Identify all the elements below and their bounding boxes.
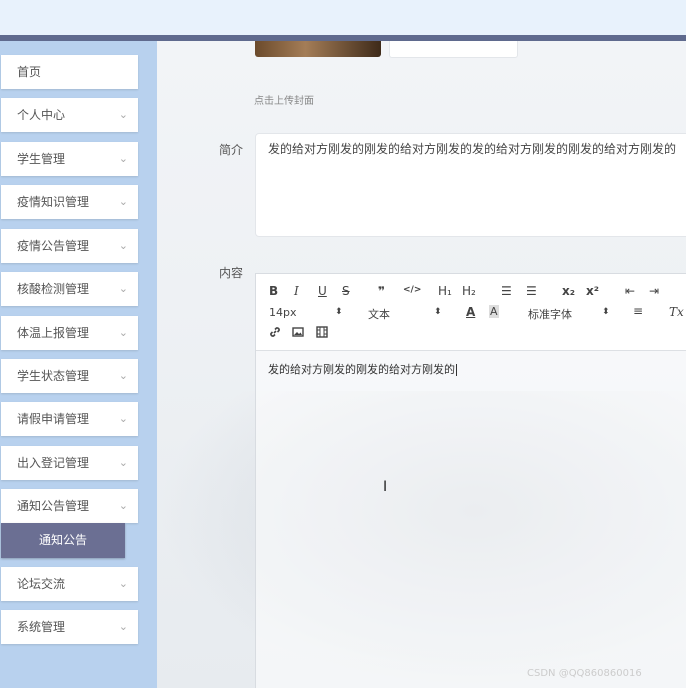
text-cursor-icon: I: [383, 479, 388, 495]
link-icon[interactable]: [269, 326, 281, 341]
summary-label: 简介: [219, 143, 244, 157]
sidebar-item-label: 学生管理: [17, 152, 66, 166]
text-caret: [456, 364, 457, 376]
chevron-down-icon: ⌄: [118, 412, 128, 425]
summary-textarea[interactable]: 发的给对方刚发的刚发的给对方刚发的发的给对方刚发的刚发的给对方刚发的: [255, 133, 686, 237]
ordered-list-icon[interactable]: ☰: [501, 284, 512, 298]
sidebar-item-student-status[interactable]: 学生状态管理 ⌄: [1, 359, 138, 393]
top-header-bar: [0, 0, 686, 35]
cover-image-preview[interactable]: [255, 41, 381, 57]
upload-cover-hint[interactable]: 点击上传封面: [254, 92, 314, 107]
chevron-down-icon: ⌄: [118, 456, 128, 469]
heading1-button[interactable]: H₁: [438, 284, 452, 298]
editor-content[interactable]: 发的给对方刚发的刚发的给对方刚发的: [268, 361, 457, 377]
select-arrow-icon: ⬍: [602, 307, 610, 317]
sidebar-item-label: 请假申请管理: [17, 412, 90, 426]
sidebar: 首页 个人中心 ⌄ 学生管理 ⌄ 疫情知识管理 ⌄ 疫情公告管理 ⌄ 核酸检测管…: [0, 41, 157, 688]
superscript-button[interactable]: x²: [586, 284, 599, 298]
chevron-down-icon: ⌄: [118, 620, 128, 633]
outdent-icon[interactable]: ⇤: [625, 284, 635, 298]
bold-button[interactable]: B: [269, 284, 278, 298]
code-button[interactable]: </>: [403, 285, 421, 295]
sidebar-item-epidemic-knowledge[interactable]: 疫情知识管理 ⌄: [1, 185, 138, 219]
align-icon[interactable]: ≡: [633, 304, 643, 318]
quote-button[interactable]: ❞: [378, 284, 385, 298]
sidebar-item-students[interactable]: 学生管理 ⌄: [1, 142, 138, 176]
clear-format-button[interactable]: Tx: [669, 305, 684, 319]
chevron-down-icon: ⌄: [118, 577, 128, 590]
sidebar-item-forum[interactable]: 论坛交流 ⌄: [1, 567, 138, 601]
sidebar-item-label: 疫情知识管理: [17, 195, 90, 209]
italic-button[interactable]: I: [294, 284, 299, 298]
font-family-value: 标准字体: [528, 308, 572, 321]
rich-text-editor[interactable]: B I U S ❞ </> H₁ H₂ ☰ ☰ x₂ x² ⇤ ⇥ 14px ⬍…: [255, 273, 686, 688]
font-size-select[interactable]: 14px ⬍: [269, 306, 343, 319]
sidebar-item-personal-center[interactable]: 个人中心 ⌄: [1, 98, 138, 132]
indent-icon[interactable]: ⇥: [649, 284, 659, 298]
chevron-down-icon: ⌄: [118, 108, 128, 121]
sidebar-item-label: 首页: [17, 65, 42, 79]
sidebar-item-entry-exit[interactable]: 出入登记管理 ⌄: [1, 446, 138, 480]
sidebar-item-label: 个人中心: [17, 108, 66, 122]
watermark: CSDN @QQ860860016: [527, 668, 642, 679]
background-color-button[interactable]: A: [489, 305, 499, 318]
cover-upload-box[interactable]: [389, 41, 518, 58]
sidebar-item-label: 通知公告管理: [17, 499, 90, 513]
main-content: 点击上传封面 简介 发的给对方刚发的刚发的给对方刚发的发的给对方刚发的刚发的给对…: [157, 41, 686, 688]
select-arrow-icon: ⬍: [335, 307, 343, 317]
sidebar-item-label: 系统管理: [17, 620, 66, 634]
sidebar-item-label: 核酸检测管理: [17, 282, 90, 296]
sidebar-item-epidemic-notice[interactable]: 疫情公告管理 ⌄: [1, 229, 138, 263]
sidebar-item-system[interactable]: 系统管理 ⌄: [1, 610, 138, 644]
chevron-down-icon: ⌄: [118, 369, 128, 382]
sidebar-item-label: 论坛交流: [17, 577, 66, 591]
chevron-down-icon: ⌄: [118, 195, 128, 208]
image-icon[interactable]: [292, 326, 304, 341]
subscript-button[interactable]: x₂: [562, 284, 575, 298]
block-type-select[interactable]: 文本 ⬍: [368, 306, 442, 322]
chevron-down-icon: ⌄: [118, 499, 128, 512]
sidebar-item-notice-management[interactable]: 通知公告管理 ⌄: [1, 489, 138, 523]
editor-content-text: 发的给对方刚发的刚发的给对方刚发的: [268, 363, 455, 376]
chevron-down-icon: ⌄: [118, 282, 128, 295]
sidebar-item-nucleic-test[interactable]: 核酸检测管理 ⌄: [1, 272, 138, 306]
underline-button[interactable]: U: [318, 284, 327, 298]
font-color-button[interactable]: A: [466, 305, 475, 319]
strike-button[interactable]: S: [342, 284, 350, 298]
sidebar-item-temperature-report[interactable]: 体温上报管理 ⌄: [1, 316, 138, 350]
content-label: 内容: [219, 266, 244, 280]
sidebar-item-label: 体温上报管理: [17, 326, 90, 340]
chevron-down-icon: ⌄: [118, 326, 128, 339]
sidebar-item-label: 出入登记管理: [17, 456, 90, 470]
bullet-list-icon[interactable]: ☰: [526, 284, 537, 298]
editor-toolbar: B I U S ❞ </> H₁ H₂ ☰ ☰ x₂ x² ⇤ ⇥ 14px ⬍…: [256, 274, 686, 351]
sidebar-item-label: 疫情公告管理: [17, 239, 90, 253]
block-type-value: 文本: [368, 308, 390, 321]
chevron-down-icon: ⌄: [118, 152, 128, 165]
sidebar-item-leave-request[interactable]: 请假申请管理 ⌄: [1, 402, 138, 436]
sidebar-item-home[interactable]: 首页: [1, 55, 138, 89]
select-arrow-icon: ⬍: [434, 307, 442, 317]
sidebar-item-label: 学生状态管理: [17, 369, 90, 383]
video-icon[interactable]: [316, 326, 328, 341]
heading2-button[interactable]: H₂: [462, 284, 476, 298]
submenu-item-notice[interactable]: 通知公告: [1, 523, 125, 558]
font-size-value: 14px: [269, 306, 297, 319]
chevron-down-icon: ⌄: [118, 239, 128, 252]
font-family-select[interactable]: 标准字体 ⬍: [528, 306, 610, 322]
